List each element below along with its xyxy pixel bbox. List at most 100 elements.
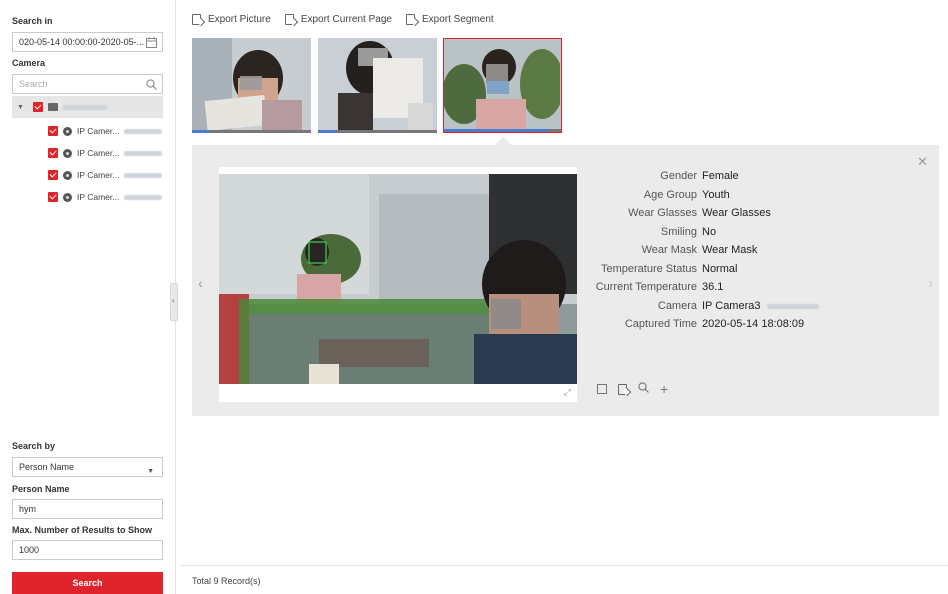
group-checkbox[interactable] <box>32 102 43 112</box>
ip-redacted <box>124 172 163 178</box>
chevron-left-icon[interactable]: ‹ <box>172 296 175 305</box>
max-results-input[interactable]: 1000 <box>12 540 163 560</box>
attr-camera: Camera IP Camera3 <box>590 297 819 316</box>
attr-temperature-status: Temperature Status Normal <box>590 260 819 279</box>
camera-group[interactable]: ▼ <box>17 98 107 116</box>
attr-key: Camera <box>657 299 697 312</box>
add-icon[interactable]: + <box>660 381 668 397</box>
camera-icon <box>63 170 72 180</box>
total-records: Total 9 Record(s) <box>192 576 261 586</box>
search-by-value: Person Name <box>19 462 75 472</box>
detail-pointer <box>494 136 512 154</box>
camera-label-4: IP Camer... <box>77 192 120 202</box>
capture-thumbnail-1[interactable] <box>192 38 311 133</box>
attr-key: Temperature Status <box>601 262 697 275</box>
collapse-panel-handle[interactable]: ‹ <box>170 283 178 321</box>
time-range-field[interactable]: 020-05-14 00:00:00-2020-05-... <box>12 32 163 52</box>
attr-key: Wear Glasses <box>628 207 697 219</box>
export-current-page-label: Export Current Page <box>300 14 392 25</box>
attr-key: Current Temperature <box>595 281 697 293</box>
previous-arrow-icon[interactable]: ‹ <box>198 275 203 291</box>
attr-key: Captured Time <box>624 318 697 330</box>
search-icon[interactable] <box>146 78 157 93</box>
ip-redacted <box>124 128 163 134</box>
max-results-value: 1000 <box>19 545 40 555</box>
camera-item-4[interactable]: IP Camer... <box>48 188 163 206</box>
attr-smiling: Smiling No <box>590 223 819 242</box>
search-button[interactable]: Search <box>12 572 163 594</box>
chevron-down-icon[interactable]: ▼ <box>147 463 154 476</box>
ip-redacted <box>766 303 819 309</box>
fullscreen-icon[interactable]: ⤢ <box>564 387 571 398</box>
group-name-redacted <box>62 104 107 110</box>
footer-divider <box>180 565 948 566</box>
camera-search-placeholder: Search <box>19 79 48 89</box>
export-icon <box>405 14 415 25</box>
export-icon <box>284 14 294 25</box>
attr-gender: Gender Female <box>590 167 819 186</box>
thumbnail-progress-bar <box>318 130 437 133</box>
search-by-select[interactable]: Person Name ▼ <box>12 457 163 477</box>
export-icon <box>192 14 201 25</box>
camera-item-3[interactable]: IP Camer... <box>48 166 163 184</box>
person-name-input[interactable]: hym <box>12 499 163 519</box>
attr-key: Wear Mask <box>641 244 697 256</box>
camera-icon <box>63 126 72 136</box>
camera-checkbox[interactable] <box>48 148 58 158</box>
attr-key: Smiling <box>660 225 697 238</box>
camera-label-1: IP Camer... <box>77 126 120 136</box>
folder-icon <box>47 103 58 111</box>
attr-value: Wear Mask <box>702 244 758 256</box>
progress-fill <box>192 130 210 133</box>
capture-thumbnail-3[interactable] <box>443 38 562 133</box>
search-by-label: Search by <box>12 441 56 451</box>
close-icon[interactable]: ✕ <box>917 154 928 170</box>
camera-item-1[interactable]: IP Camer... <box>48 122 163 140</box>
attr-key: Gender <box>660 170 697 182</box>
attr-wear-glasses: Wear Glasses Wear Glasses <box>590 204 819 223</box>
person-name-label: Person Name <box>12 484 70 494</box>
attr-value: Youth <box>702 188 730 201</box>
attr-value: IP Camera3 <box>702 299 761 312</box>
attribute-list: Gender Female Age Group Youth Wear Glasses… <box>590 167 819 334</box>
camera-item-2[interactable]: IP Camer... <box>48 144 163 162</box>
export-current-page-button[interactable]: Export Current Page <box>284 14 392 25</box>
scene-picture[interactable] <box>219 174 577 384</box>
attr-value: Wear Glasses <box>702 207 771 219</box>
progress-fill <box>444 129 550 132</box>
search-panel: Search in 020-05-14 00:00:00-2020-05-...… <box>0 0 176 594</box>
camera-icon <box>63 192 72 202</box>
export-toolbar: Export Picture Export Current Page Expor… <box>192 14 494 25</box>
export-segment-button[interactable]: Export Segment <box>405 14 494 25</box>
search-in-label: Search in <box>12 16 53 26</box>
export-picture-button[interactable]: Export Picture <box>192 14 271 25</box>
attr-value: No <box>702 225 717 238</box>
camera-checkbox[interactable] <box>48 192 58 202</box>
capture-thumbnail-2[interactable] <box>318 38 437 133</box>
expand-arrow-icon[interactable]: ▼ <box>17 104 24 111</box>
camera-search-input[interactable]: Search <box>12 74 163 94</box>
calendar-icon[interactable] <box>146 36 157 51</box>
camera-label: Camera <box>12 58 46 68</box>
scene-picture-frame: ⤢ <box>219 167 577 402</box>
export-segment-label: Export Segment <box>421 14 494 25</box>
thumbnail-progress-bar <box>192 130 311 133</box>
export-icon[interactable] <box>618 383 627 395</box>
camera-checkbox[interactable] <box>48 170 58 180</box>
attr-age-group: Age Group Youth <box>590 186 819 205</box>
attr-value: 2020-05-14 18:08:09 <box>702 318 805 330</box>
attr-value: 36.1 <box>702 281 724 293</box>
attr-current-temperature: Current Temperature 36.1 <box>590 278 819 297</box>
zoom-icon[interactable] <box>638 382 649 396</box>
camera-checkbox[interactable] <box>48 126 58 136</box>
camera-label-3: IP Camer... <box>77 170 120 180</box>
thumbnail-progress-bar <box>444 129 561 132</box>
capture-image <box>318 38 437 133</box>
person-name-value: hym <box>19 504 37 514</box>
detail-tools: + <box>597 381 668 397</box>
save-icon[interactable] <box>597 384 607 394</box>
next-arrow-icon[interactable]: › <box>928 275 933 291</box>
capture-image <box>444 39 561 131</box>
attr-value: Normal <box>702 262 738 275</box>
attr-value: Female <box>702 170 739 182</box>
